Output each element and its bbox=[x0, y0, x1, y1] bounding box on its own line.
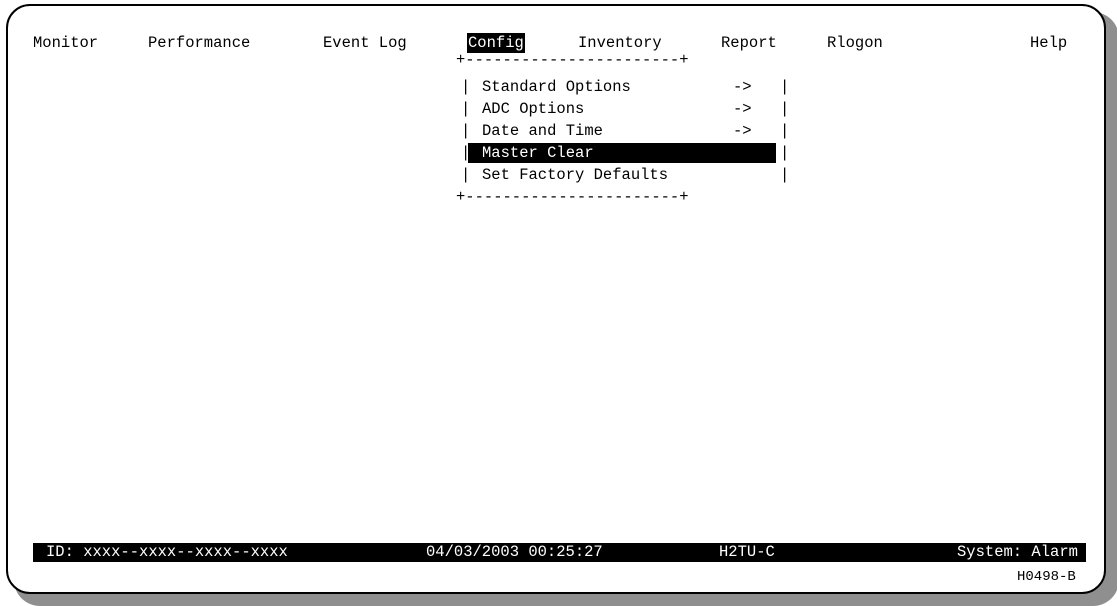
dropdown-item-date-and-time[interactable]: Date and Time bbox=[482, 120, 603, 142]
status-bar: ID: xxxx--xxxx--xxxx--xxxx 04/03/2003 00… bbox=[33, 543, 1086, 562]
menu-monitor[interactable]: Monitor bbox=[33, 33, 98, 53]
menu-performance[interactable]: Performance bbox=[148, 33, 250, 53]
menu-event-log[interactable]: Event Log bbox=[323, 33, 407, 53]
dropdown-right-border: | bbox=[780, 122, 790, 140]
submenu-arrow-icon: -> bbox=[733, 122, 752, 140]
dropdown-right-border: | bbox=[780, 78, 790, 96]
dropdown-item-set-factory-defaults[interactable]: Set Factory Defaults bbox=[482, 164, 668, 186]
dropdown-left-border: | bbox=[461, 100, 471, 118]
dropdown-border-top: +-----------------------+ bbox=[456, 51, 689, 69]
submenu-arrow-icon: -> bbox=[733, 78, 752, 96]
dropdown-border-bottom: +-----------------------+ bbox=[456, 188, 689, 206]
status-id: ID: xxxx--xxxx--xxxx--xxxx bbox=[46, 543, 288, 561]
menu-help[interactable]: Help bbox=[1030, 33, 1067, 53]
dropdown-right-border: | bbox=[780, 100, 790, 118]
status-unit: H2TU-C bbox=[719, 543, 775, 561]
menu-rlogon[interactable]: Rlogon bbox=[827, 33, 883, 53]
submenu-arrow-icon: -> bbox=[733, 100, 752, 118]
dropdown-item-adc-options[interactable]: ADC Options bbox=[482, 98, 584, 120]
status-datetime: 04/03/2003 00:25:27 bbox=[426, 543, 603, 561]
menu-report[interactable]: Report bbox=[721, 33, 777, 53]
figure-code: H0498-B bbox=[1017, 569, 1076, 585]
dropdown-item-standard-options[interactable]: Standard Options bbox=[482, 76, 631, 98]
dropdown-item-master-clear[interactable]: Master Clear bbox=[482, 142, 594, 164]
dropdown-left-border: | bbox=[461, 166, 471, 184]
dropdown-right-border: | bbox=[780, 144, 790, 162]
status-system-alarm: System: Alarm bbox=[957, 543, 1078, 561]
dropdown-left-border: | bbox=[461, 78, 471, 96]
dropdown-right-border: | bbox=[780, 166, 790, 184]
dropdown-left-border: | bbox=[461, 122, 471, 140]
